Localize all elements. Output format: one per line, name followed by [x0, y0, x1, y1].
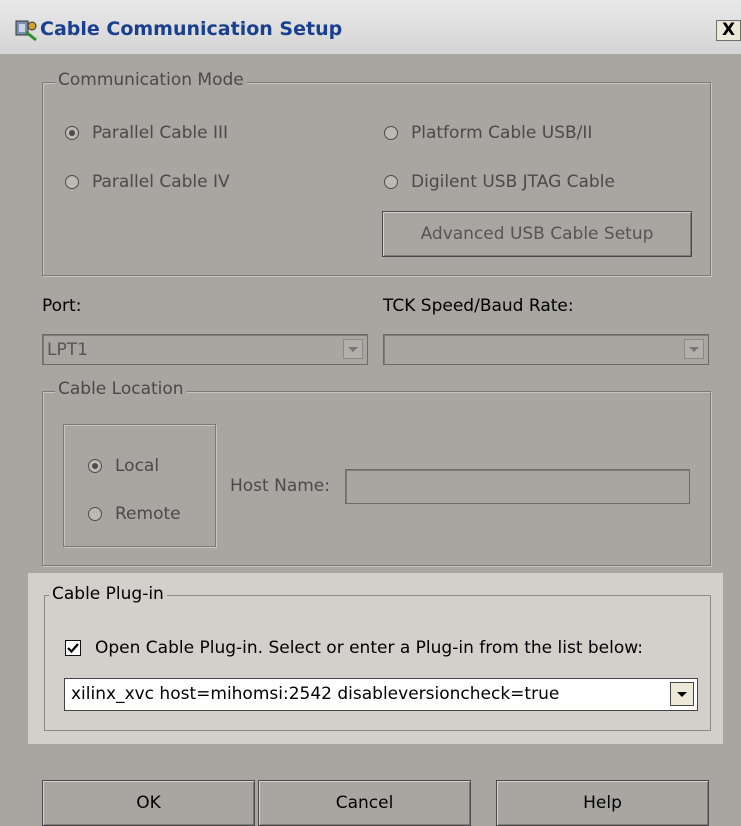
radio-label: Platform Cable USB/II: [411, 123, 593, 143]
app-icon: [14, 18, 38, 42]
host-name-label: Host Name:: [230, 476, 330, 496]
radio-button[interactable]: [88, 459, 102, 473]
ok-button[interactable]: OK: [42, 780, 255, 826]
radio-button[interactable]: [88, 507, 102, 521]
radio-button[interactable]: [65, 175, 79, 189]
chevron-down-icon[interactable]: [343, 339, 363, 359]
radio-digilent-usb-jtag[interactable]: Digilent USB JTAG Cable: [384, 172, 615, 192]
radio-label: Remote: [115, 504, 181, 524]
plugin-value[interactable]: xilinx_xvc host=mihomsi:2542 disablevers…: [71, 684, 559, 704]
local-remote-box: Local Remote: [63, 424, 216, 547]
port-select[interactable]: LPT1: [42, 334, 368, 365]
cancel-button[interactable]: Cancel: [258, 780, 471, 826]
radio-label: Parallel Cable III: [92, 123, 229, 143]
radio-label: Local: [115, 456, 160, 476]
close-button[interactable]: X: [716, 20, 741, 41]
radio-label: Parallel Cable IV: [92, 172, 230, 192]
radio-label: Digilent USB JTAG Cable: [411, 172, 615, 192]
open-cable-plugin-label: Open Cable Plug-in. Select or enter a Pl…: [95, 638, 643, 658]
cable-plugin-panel: Cable Plug-in Open Cable Plug-in. Select…: [28, 573, 723, 744]
port-label: Port:: [42, 296, 82, 316]
radio-local[interactable]: Local: [88, 456, 159, 476]
radio-button[interactable]: [384, 126, 398, 140]
communication-mode-legend: Communication Mode: [55, 70, 247, 90]
window-title: Cable Communication Setup: [40, 18, 343, 40]
dialog-body: Communication Mode Parallel Cable III Pa…: [0, 54, 741, 826]
chevron-down-icon[interactable]: [684, 339, 704, 359]
plugin-select[interactable]: xilinx_xvc host=mihomsi:2542 disablevers…: [64, 678, 698, 711]
open-cable-plugin-checkbox[interactable]: [65, 640, 81, 656]
radio-button[interactable]: [65, 126, 79, 140]
advanced-usb-cable-setup-button[interactable]: Advanced USB Cable Setup: [382, 211, 692, 257]
help-button[interactable]: Help: [496, 780, 709, 826]
cable-location-legend: Cable Location: [55, 379, 187, 399]
cable-plugin-legend: Cable Plug-in: [49, 584, 167, 604]
radio-parallel-cable-iii[interactable]: Parallel Cable III: [65, 123, 228, 143]
cable-plugin-group: Cable Plug-in Open Cable Plug-in. Select…: [44, 584, 711, 731]
title-bar[interactable]: Cable Communication Setup X: [0, 0, 741, 54]
communication-mode-group: Communication Mode Parallel Cable III Pa…: [42, 70, 711, 276]
radio-remote[interactable]: Remote: [88, 504, 181, 524]
port-value: LPT1: [47, 340, 88, 360]
checkmark-icon: [67, 643, 79, 654]
radio-parallel-cable-iv[interactable]: Parallel Cable IV: [65, 172, 230, 192]
radio-button[interactable]: [384, 175, 398, 189]
host-name-input[interactable]: [345, 469, 690, 504]
cable-location-group: Cable Location Local Remote Host Name:: [42, 379, 711, 566]
radio-platform-cable-usb[interactable]: Platform Cable USB/II: [384, 123, 592, 143]
tck-speed-select[interactable]: [383, 334, 709, 365]
tck-speed-label: TCK Speed/Baud Rate:: [383, 296, 574, 316]
chevron-down-icon[interactable]: [670, 682, 694, 706]
